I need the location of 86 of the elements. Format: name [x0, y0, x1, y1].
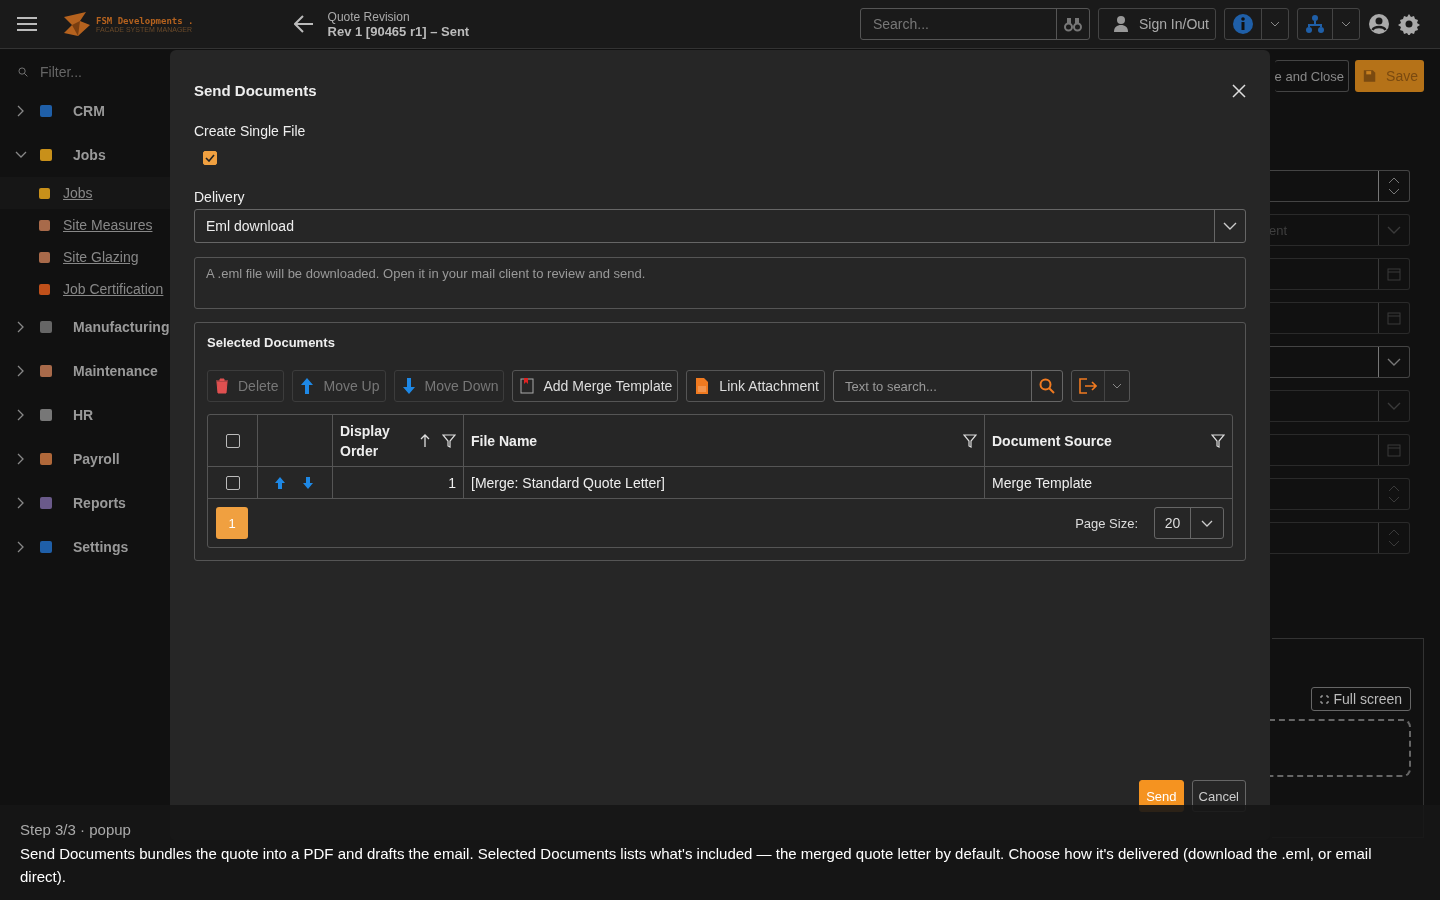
- calendar-icon: [1387, 311, 1401, 325]
- calendar-icon: [1387, 267, 1401, 281]
- page-size-dropdown[interactable]: 20: [1154, 507, 1224, 539]
- search-field[interactable]: Search...: [859, 8, 1090, 40]
- person-icon: [1112, 15, 1129, 33]
- caret-icon: [1270, 21, 1280, 27]
- caption-step: Step 3/3 · popup: [20, 821, 1420, 838]
- search-field[interactable]: Text to search...: [833, 370, 1063, 402]
- hierarchy-icon: [1306, 14, 1324, 34]
- caret-icon: [1341, 21, 1351, 27]
- expand-icon: [1319, 694, 1329, 704]
- search-icon[interactable]: [1039, 378, 1055, 394]
- export-button[interactable]: [1071, 370, 1130, 402]
- chevron-down-icon: [1387, 402, 1401, 410]
- delivery-dropdown[interactable]: Eml download: [194, 209, 1246, 243]
- arrow-up-icon[interactable]: [274, 475, 286, 490]
- full-screen-button[interactable]: Full screen: [1310, 687, 1411, 711]
- chevron-down-icon: [1387, 358, 1401, 366]
- row-checkbox[interactable]: [225, 475, 240, 490]
- template-button[interactable]: Add Merge Template: [512, 370, 679, 402]
- document-icon: [520, 378, 535, 394]
- spinner-icon: [1388, 484, 1400, 504]
- arrow-down-icon: [401, 377, 416, 395]
- sidebar-link[interactable]: Site Measures: [63, 217, 153, 233]
- close-icon[interactable]: [1232, 83, 1246, 98]
- sort-ascending-icon[interactable]: [420, 433, 430, 448]
- sidebar-item[interactable]: Settings: [73, 539, 129, 555]
- logo-icon: [62, 11, 92, 37]
- chevron-down-icon: [1201, 519, 1213, 527]
- menu-icon[interactable]: [16, 16, 38, 32]
- user-icon[interactable]: [1368, 13, 1390, 35]
- calendar-icon: [1387, 443, 1401, 457]
- search-input[interactable]: Search...: [860, 9, 1056, 39]
- sidebar-link[interactable]: Site Glazing: [63, 249, 139, 265]
- spinner-icon: [1388, 176, 1400, 196]
- binoculars-icon[interactable]: [1063, 16, 1082, 32]
- page-subtitle: Quote Revision: [327, 9, 411, 24]
- column-header[interactable]: Document Source: [992, 430, 1211, 451]
- info-icon: [1233, 14, 1253, 34]
- hierarchy-button[interactable]: [1297, 8, 1360, 40]
- field-label: Create Single File: [194, 123, 306, 139]
- spinner-icon: [1388, 528, 1400, 548]
- sign-in-out-button[interactable]: Sign In/Out: [1097, 8, 1216, 40]
- attach-button[interactable]: Link Attachment: [686, 370, 825, 402]
- sidebar-link[interactable]: Jobs: [63, 185, 93, 201]
- filter-icon[interactable]: [1211, 433, 1225, 448]
- checkbox[interactable]: [203, 151, 217, 165]
- column-header[interactable]: File Name: [471, 430, 963, 451]
- sidebar-item[interactable]: Manufacturing: [73, 319, 170, 335]
- arrow-down-icon[interactable]: [302, 475, 314, 490]
- sidebar-item[interactable]: Maintenance: [73, 363, 158, 379]
- column-header[interactable]: Display Order: [340, 420, 400, 461]
- chevron-down-icon: [1387, 226, 1401, 234]
- page-title: Rev 1 [90465 r1] – Sent: [327, 23, 470, 39]
- chevron-down-icon: [1223, 222, 1237, 230]
- sidebar-link[interactable]: Job Certification: [63, 281, 164, 297]
- attachment-icon: [694, 377, 711, 395]
- filter-icon[interactable]: [963, 433, 977, 448]
- sidebar-item[interactable]: Reports: [73, 495, 126, 511]
- sidebar-item[interactable]: HR: [73, 407, 94, 423]
- table-cell: 1: [448, 474, 456, 491]
- select-all-checkbox[interactable]: [225, 433, 240, 448]
- note-text-area[interactable]: A .eml file will be downloaded. Open it in your mail client to review and send.: [194, 257, 1246, 309]
- trash-icon: [215, 378, 229, 394]
- table-cell: [Merge: Standard Quote Letter]: [471, 474, 665, 491]
- page-size-label: Page Size:: [1075, 515, 1138, 531]
- sidebar-item[interactable]: CRM: [73, 103, 105, 119]
- table-cell: Merge Template: [992, 474, 1093, 491]
- field-label: Delivery: [194, 189, 245, 205]
- save-and-close-button[interactable]: e and Close: [1274, 60, 1349, 92]
- info-button[interactable]: [1224, 8, 1289, 40]
- filter-icon[interactable]: [442, 433, 456, 448]
- filter-field[interactable]: Filter...: [38, 63, 152, 81]
- sidebar-item[interactable]: Jobs: [73, 147, 106, 163]
- logo-name: FSM Developments .: [96, 15, 194, 26]
- arrow-up-icon: [300, 377, 315, 395]
- sidebar-item[interactable]: Payroll: [73, 451, 120, 467]
- caret-icon: [1112, 383, 1122, 389]
- search-input[interactable]: Text to search...: [834, 371, 1031, 401]
- section-title: Selected Documents: [207, 335, 336, 350]
- export-icon: [1079, 378, 1097, 394]
- caption-text: Send Documents bundles the quote into a PDF and drafts the email. Selected Documents lists what's included — the merged quote letter by default. Choose how it's delivered (download the .eml, or email direct).: [20, 844, 1373, 887]
- floppy-icon: [1363, 68, 1377, 84]
- settings-icon[interactable]: [1398, 13, 1420, 35]
- back-arrow-icon[interactable]: [293, 15, 314, 33]
- dialog-title: Send Documents: [194, 82, 317, 99]
